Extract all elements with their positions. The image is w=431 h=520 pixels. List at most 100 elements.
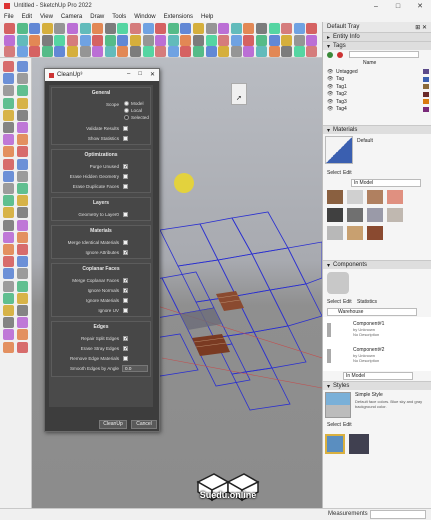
toolbar-tool-icon[interactable] [130, 46, 141, 57]
toolbar-tool-icon[interactable] [92, 34, 104, 46]
component-item[interactable]: Component#1 by Unknown No Description [325, 319, 425, 343]
toolbar-tool-icon[interactable] [155, 23, 167, 34]
tag-row[interactable]: 👁 Tag [323, 76, 431, 84]
ignore-uv-checkbox[interactable] [123, 308, 128, 313]
left-tool-icon[interactable] [3, 317, 14, 329]
toolbar-tool-icon[interactable] [104, 23, 116, 34]
menu-draw[interactable]: Draw [90, 14, 104, 20]
left-tool-icon[interactable] [3, 97, 14, 109]
material-swatch[interactable] [347, 190, 363, 204]
toolbar-tool-icon[interactable] [306, 34, 318, 46]
toolbar-tool-icon[interactable] [293, 34, 305, 46]
toolbar-tool-icon[interactable] [41, 46, 53, 57]
visibility-eye-icon[interactable]: 👁 [327, 84, 336, 90]
left-tool-icon[interactable] [17, 244, 28, 255]
material-swatch[interactable] [347, 208, 363, 222]
left-tool-icon[interactable] [17, 97, 28, 109]
left-tool-icon[interactable] [3, 268, 14, 280]
material-swatch[interactable] [367, 226, 383, 240]
toolbar-tool-icon[interactable] [230, 23, 242, 34]
left-tool-icon[interactable] [3, 183, 14, 194]
toolbar-tool-icon[interactable] [41, 34, 53, 46]
merge-coplanar-checkbox[interactable]: ✓ [123, 278, 128, 284]
tag-row[interactable]: 👁 Tag2 [323, 91, 431, 99]
toolbar-tool-icon[interactable] [281, 23, 293, 34]
style-swatch[interactable] [325, 434, 345, 454]
left-tool-icon[interactable] [3, 231, 14, 243]
material-swatch[interactable] [387, 190, 403, 204]
tags-section[interactable]: ▾ Tags [323, 41, 431, 50]
toolbar-tool-icon[interactable] [218, 34, 230, 46]
left-tool-icon[interactable] [17, 170, 28, 182]
toolbar-tool-icon[interactable] [293, 46, 305, 57]
add-tag-icon[interactable] [327, 52, 333, 58]
material-swatch[interactable] [327, 190, 343, 204]
toolbar-tool-icon[interactable] [243, 34, 255, 46]
cleanup-button[interactable]: CleanUp [99, 420, 127, 429]
toolbar-tool-icon[interactable] [193, 23, 204, 34]
delete-tag-icon[interactable] [337, 52, 343, 58]
toolbar-tool-icon[interactable] [205, 23, 217, 34]
dialog-maximize-button[interactable]: □ [138, 71, 142, 78]
components-edit-tab[interactable]: Edit [343, 299, 352, 305]
tag-row[interactable]: 👁 Untagged [323, 68, 431, 76]
remove-edge-materials-checkbox[interactable] [123, 356, 128, 361]
left-tool-icon[interactable] [3, 85, 14, 97]
tag-color-swatch[interactable] [423, 76, 429, 82]
dialog-minimize-button[interactable]: – [127, 71, 130, 78]
left-tool-icon[interactable] [3, 158, 14, 170]
left-tool-icon[interactable] [17, 268, 28, 280]
toolbar-tool-icon[interactable] [92, 23, 104, 34]
left-tool-icon[interactable] [3, 244, 14, 255]
left-tool-icon[interactable] [17, 207, 28, 219]
toolbar-tool-icon[interactable] [268, 34, 280, 46]
close-window-button[interactable]: ✕ [409, 0, 431, 12]
merge-materials-checkbox[interactable] [123, 240, 128, 245]
left-tool-icon[interactable] [3, 195, 14, 207]
toolbar-tool-icon[interactable] [54, 34, 66, 46]
toolbar-tool-icon[interactable] [167, 46, 179, 57]
menu-view[interactable]: View [40, 14, 53, 20]
toolbar-tool-icon[interactable] [243, 23, 255, 34]
menu-file[interactable]: File [4, 14, 14, 20]
components-search-input[interactable]: Warehouse [327, 308, 417, 316]
left-tool-icon[interactable] [17, 280, 28, 292]
toolbar-tool-icon[interactable] [104, 46, 116, 57]
tags-search-input[interactable] [349, 51, 419, 58]
maximize-button[interactable]: □ [387, 0, 409, 12]
minimize-button[interactable]: – [365, 0, 387, 12]
material-swatch[interactable] [327, 226, 343, 240]
left-tool-icon[interactable] [17, 329, 28, 341]
styles-section[interactable]: ▾ Styles [323, 381, 431, 390]
toolbar-tool-icon[interactable] [54, 23, 66, 34]
toolbar-tool-icon[interactable] [268, 23, 280, 34]
ignore-materials-checkbox[interactable] [123, 298, 128, 303]
left-tool-icon[interactable] [3, 73, 14, 85]
menu-extensions[interactable]: Extensions [164, 14, 193, 20]
toolbar-tool-icon[interactable] [155, 34, 167, 46]
menu-window[interactable]: Window [134, 14, 155, 20]
tag-row[interactable]: 👁 Tag4 [323, 106, 431, 114]
components-select-tab[interactable]: Select [327, 299, 341, 305]
toolbar-tool-icon[interactable] [167, 23, 179, 34]
left-tool-icon[interactable] [3, 256, 14, 268]
components-section[interactable]: ▾ Components [323, 260, 431, 269]
tag-color-swatch[interactable] [423, 84, 429, 89]
toolbar-tool-icon[interactable] [218, 46, 230, 57]
floating-tool-panel[interactable]: ➚ [231, 83, 247, 105]
material-swatch[interactable] [387, 208, 403, 222]
show-statistics-checkbox[interactable] [123, 136, 128, 141]
tag-color-swatch[interactable] [423, 99, 429, 104]
toolbar-tool-icon[interactable] [193, 34, 204, 46]
tag-row[interactable]: 👁 Tag3 [323, 98, 431, 106]
left-tool-icon[interactable] [3, 219, 14, 231]
toolbar-tool-icon[interactable] [142, 46, 154, 57]
materials-edit-tab[interactable]: Edit [343, 170, 352, 176]
left-tool-icon[interactable] [17, 85, 28, 97]
menu-help[interactable]: Help [201, 14, 213, 20]
toolbar-tool-icon[interactable] [117, 23, 129, 34]
toolbar-tool-icon[interactable] [16, 23, 28, 34]
default-material-swatch[interactable] [325, 136, 353, 164]
toolbar-tool-icon[interactable] [92, 46, 104, 57]
left-tool-icon[interactable] [3, 170, 14, 182]
